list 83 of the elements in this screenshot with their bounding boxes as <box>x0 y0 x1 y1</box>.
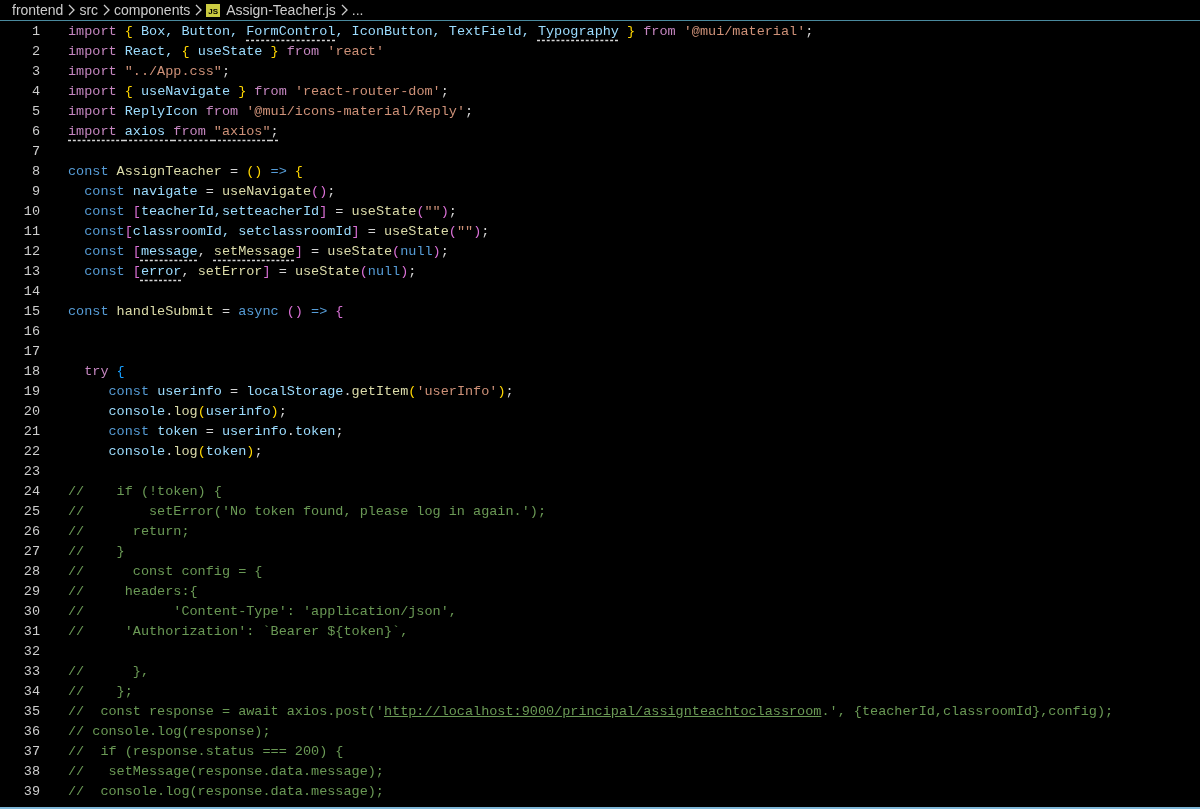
line-number: 2 <box>30 43 40 61</box>
line-number: 19 <box>22 383 40 401</box>
javascript-file-icon: JS <box>206 3 221 17</box>
breadcrumb-more[interactable]: ... <box>351 0 364 21</box>
code-line: // return; <box>68 523 190 541</box>
line-number: 32 <box>22 643 40 661</box>
line-number: 9 <box>30 183 40 201</box>
line-number: 25 <box>22 503 40 521</box>
line-number: 8 <box>30 163 40 181</box>
code-line: const navigate = useNavigate(); <box>83 183 336 201</box>
line-number: 30 <box>22 603 40 621</box>
code-line: // setError('No token found, please log in again.'); <box>68 503 546 521</box>
line-number: 10 <box>22 203 40 221</box>
line-number: 3 <box>30 63 40 81</box>
code-line: const handleSubmit = async () => { <box>68 303 344 321</box>
line-number: 17 <box>22 343 40 361</box>
line-number: 26 <box>22 523 40 541</box>
line-number: 4 <box>30 83 40 101</box>
code-line: const[classroomId, setclassroomId] = useState(""); <box>83 223 490 241</box>
line-number: 38 <box>22 763 40 781</box>
line-number: 6 <box>30 123 40 141</box>
line-number: 39 <box>22 783 40 801</box>
code-line: const [error, setError] = useState(null); <box>83 263 417 281</box>
code-line: // const config = { <box>68 563 263 581</box>
code-line: // setMessage(response.data.message); <box>68 763 384 781</box>
line-number: 27 <box>22 543 40 561</box>
breadcrumb-item[interactable]: frontend <box>12 0 64 21</box>
chevron-right-icon <box>339 4 348 16</box>
code-line: // }, <box>68 663 149 681</box>
line-number: 14 <box>22 283 40 301</box>
code-line: const [teacherId,setteacherId] = useState(""); <box>83 203 457 221</box>
code-line: // }; <box>68 683 133 701</box>
breadcrumb-item[interactable]: components <box>114 0 191 21</box>
line-number: 35 <box>22 703 40 721</box>
code-line: // console.log(response.data.message); <box>68 783 384 801</box>
breadcrumb-item[interactable]: Assign-Teacher.js <box>226 0 336 21</box>
code-line: try { <box>83 363 125 381</box>
code-line: const userinfo = localStorage.getItem('userInfo'); <box>107 383 514 401</box>
code-link[interactable]: http://localhost:9000/principal/assignteachtoclassroom <box>383 704 822 719</box>
code-line: import ReplyIcon from '@mui/icons-material/Reply'; <box>68 103 474 121</box>
line-number: 16 <box>22 323 40 341</box>
chevron-right-icon <box>102 4 111 16</box>
code-line: // if (response.status === 200) { <box>68 743 344 761</box>
code-line: const token = userinfo.token; <box>107 423 344 441</box>
code-line: import { Box, Button, FormControl, IconButton, TextField, Typography } from '@mui/material'; <box>68 23 814 41</box>
line-number: 21 <box>22 423 40 441</box>
code-line: console.log(userinfo); <box>107 403 287 421</box>
line-number: 13 <box>22 263 40 281</box>
chevron-right-icon <box>67 4 76 16</box>
code-line: // 'Authorization': `Bearer ${token}`, <box>68 623 409 641</box>
line-number: 11 <box>22 223 40 241</box>
line-number: 33 <box>22 663 40 681</box>
code-line: const AssignTeacher = () => { <box>68 163 303 181</box>
code-line: // console.log(response); <box>68 723 271 741</box>
code-line: import { useNavigate } from 'react-router-dom'; <box>68 83 449 101</box>
code-line: import axios from "axios"; <box>68 123 279 141</box>
code-line: // } <box>68 543 125 561</box>
line-number: 7 <box>30 143 40 161</box>
code-line: import React, { useState } from 'react' <box>68 43 384 61</box>
code-line: // 'Content-Type': 'application/json', <box>68 603 457 621</box>
breadcrumb-item[interactable]: src <box>79 0 99 21</box>
line-number: 15 <box>22 303 40 321</box>
line-number: 37 <box>22 743 40 761</box>
chevron-right-icon <box>194 4 203 16</box>
code-line: // const response = await axios.post('http://localhost:9000/principal/assignteachtoclassroom.', {teacherId,classroomId},config); <box>68 703 1114 721</box>
line-number: 31 <box>22 623 40 641</box>
line-number: 28 <box>22 563 40 581</box>
code-line: // if (!token) { <box>68 483 222 501</box>
line-number: 1 <box>30 23 40 41</box>
line-number: 23 <box>22 463 40 481</box>
line-number: 29 <box>22 583 40 601</box>
line-number: 5 <box>30 103 40 121</box>
line-number: 36 <box>22 723 40 741</box>
line-number: 22 <box>22 443 40 461</box>
code-line: // headers:{ <box>68 583 198 601</box>
line-number: 20 <box>22 403 40 421</box>
line-number: 12 <box>22 243 40 261</box>
code-line: console.log(token); <box>107 443 263 461</box>
code-line: import "../App.css"; <box>68 63 231 81</box>
line-number: 18 <box>22 363 40 381</box>
code-line: const [message, setMessage] = useState(null); <box>83 243 449 261</box>
line-number: 34 <box>22 683 40 701</box>
line-number: 24 <box>22 483 40 501</box>
